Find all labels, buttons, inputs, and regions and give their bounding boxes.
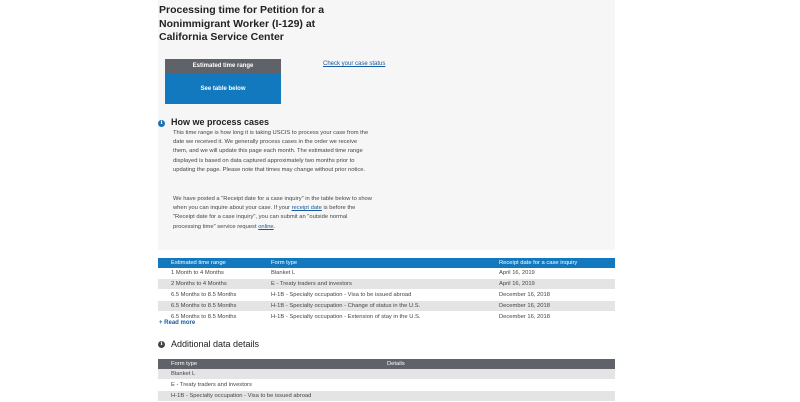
how-we-process-paragraph-1: This time range is how long it is taking… (173, 130, 369, 173)
receipt-date-cell: December 16, 2018 (486, 300, 615, 312)
info-icon: i (158, 341, 165, 348)
column-header-time-range: Estimated time range (158, 258, 258, 268)
table-row: 6.5 Months to 8.5 Months H-1B - Specialt… (158, 300, 615, 312)
column-header-receipt-date: Receipt date for a case inquiry (486, 258, 615, 268)
table-row: 6.5 Months to 8.5 Months H-1B - Specialt… (158, 311, 615, 323)
estimated-time-box: Estimated time range See table below (165, 59, 281, 104)
receipt-date-cell: December 16, 2018 (486, 311, 615, 323)
form-type-cell: E - Treaty traders and investors (158, 379, 374, 391)
column-header-details: Details (374, 359, 615, 369)
table-row: 2 Months to 4 Months E - Treaty traders … (158, 278, 615, 290)
table-row: Blanket L (158, 369, 615, 380)
receipt-date-cell: April 16, 2019 (486, 268, 615, 279)
table-header-row: Estimated time range Form type Receipt d… (158, 258, 615, 268)
details-cell (374, 369, 615, 380)
form-type-cell: H-1B - Specialty occupation - Visa to be… (258, 289, 486, 301)
table-row: 1 Month to 4 Months Blanket L April 16, … (158, 268, 615, 279)
form-type-cell: Blanket L (158, 369, 374, 380)
additional-data-table: Form type Details Blanket L E - Treaty t… (158, 359, 615, 402)
table-row: 6.5 Months to 8.5 Months H-1B - Specialt… (158, 289, 615, 301)
how-we-process-heading: How we process cases (171, 117, 270, 127)
time-range-cell: 6.5 Months to 8.5 Months (158, 289, 258, 301)
receipt-date-link[interactable]: receipt date (292, 205, 322, 211)
read-more-link[interactable]: + Read more (159, 320, 195, 326)
additional-data-heading: Additional data details (171, 339, 260, 349)
table-header-row: Form type Details (158, 359, 615, 369)
form-type-cell: H-1B - Specialty occupation - Change of … (258, 300, 486, 312)
estimated-time-header: Estimated time range (165, 59, 281, 74)
time-range-cell: 6.5 Months to 8.5 Months (158, 300, 258, 312)
online-link[interactable]: online (258, 224, 273, 230)
form-type-cell: Blanket L (258, 268, 486, 279)
form-type-cell: E - Treaty traders and investors (258, 278, 486, 290)
processing-times-table: Estimated time range Form type Receipt d… (158, 258, 615, 323)
form-type-cell: H-1B - Specialty occupation - Extension … (258, 311, 486, 323)
paragraph-text: . (273, 223, 276, 230)
time-range-cell: 1 Month to 4 Months (158, 268, 258, 279)
check-case-status-link[interactable]: Check your case status (323, 61, 385, 67)
page-title: Processing time for Petition for a Nonim… (159, 4, 325, 43)
table-row: E - Treaty traders and investors (158, 379, 615, 391)
receipt-date-cell: April 16, 2019 (486, 278, 615, 290)
how-we-process-paragraph-2: We have posted a "Receipt date for a cas… (173, 195, 373, 232)
estimated-time-value: See table below (165, 74, 281, 104)
time-range-cell: 2 Months to 4 Months (158, 278, 258, 290)
info-icon: i (158, 120, 165, 127)
details-cell (374, 379, 615, 391)
receipt-date-cell: December 16, 2018 (486, 289, 615, 301)
column-header-form-type: Form type (158, 359, 374, 369)
column-header-form-type: Form type (258, 258, 486, 268)
